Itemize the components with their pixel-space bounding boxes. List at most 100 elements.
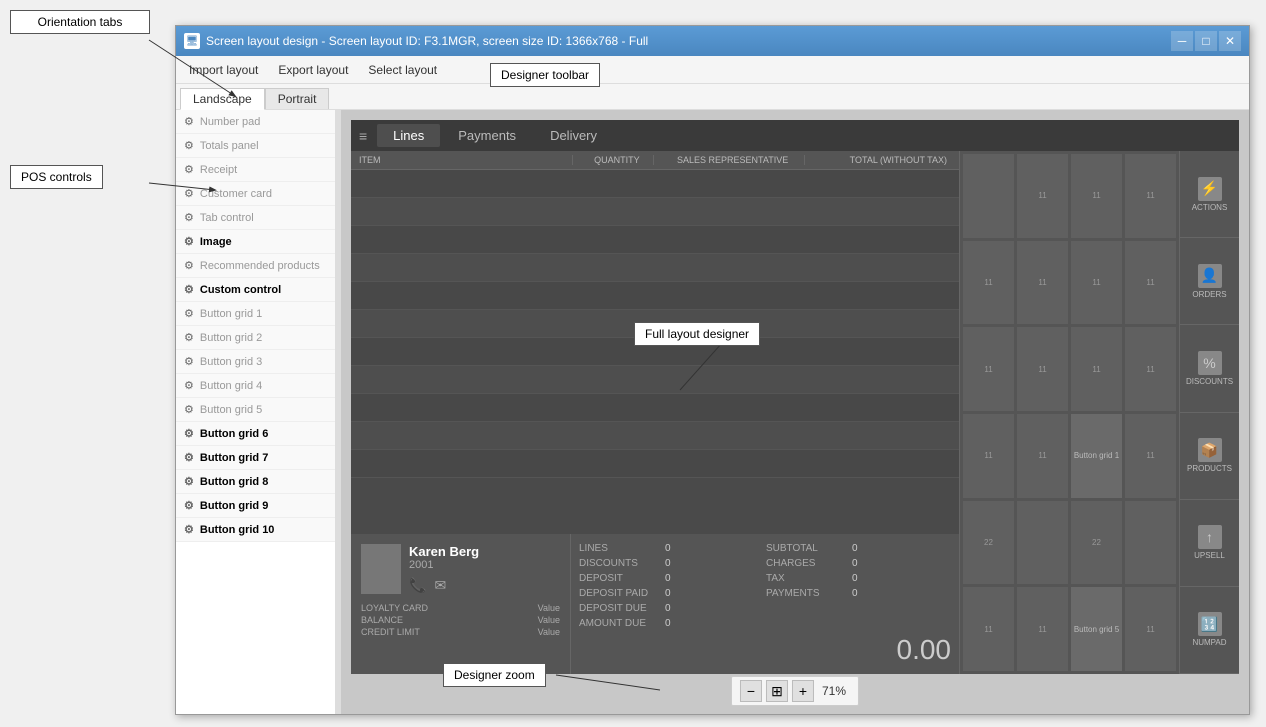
table-row (351, 282, 959, 310)
list-item[interactable]: ⚙ Button grid 3 (176, 350, 335, 374)
numpad-button[interactable]: 🔢 NUMPAD (1180, 587, 1239, 674)
actions-label: ACTIONS (1192, 203, 1228, 212)
upsell-icon: ↑ (1198, 525, 1222, 549)
list-item[interactable]: ⚙ Button grid 6 (176, 422, 335, 446)
list-item[interactable]: ⚙ Button grid 9 (176, 494, 335, 518)
list-item[interactable]: ⚙ Button grid 4 (176, 374, 335, 398)
grid-cell: 11 (1124, 413, 1177, 499)
full-layout-designer-annotation: Full layout designer (634, 322, 760, 346)
grid-cell: 11 (1124, 153, 1177, 239)
designer-zoom-annotation: Designer zoom (443, 663, 546, 687)
lines-area: ITEM QUANTITY SALES REPRESENTATIVE TOTAL… (351, 151, 959, 674)
window-icon: 🖥 (184, 33, 200, 49)
designer-area: ≡ Lines Payments Delivery ITEM QUANTITY (341, 110, 1249, 714)
close-button[interactable]: ✕ (1219, 31, 1241, 51)
gear-icon: ⚙ (184, 331, 194, 344)
list-item[interactable]: ⚙ Button grid 8 (176, 470, 335, 494)
gear-icon: ⚙ (184, 523, 194, 536)
portrait-tab[interactable]: Portrait (265, 88, 330, 109)
lines-tab[interactable]: Lines (377, 124, 440, 147)
table-row (351, 394, 959, 422)
list-item[interactable]: ⚙ Customer card (176, 182, 335, 206)
layout-preview: ≡ Lines Payments Delivery ITEM QUANTITY (351, 120, 1239, 674)
qty-header: QUANTITY (572, 155, 652, 165)
zoom-bar: − ⊞ + 71% (731, 676, 859, 706)
actions-button[interactable]: ⚡ ACTIONS (1180, 151, 1239, 238)
list-item[interactable]: ⚙ Totals panel (176, 134, 335, 158)
grid-cell: 11 (962, 240, 1015, 326)
customer-fields: LOYALTY CARDValue BALANCEValue CREDIT LI… (361, 602, 560, 638)
gear-icon: ⚙ (184, 283, 194, 296)
delivery-tab[interactable]: Delivery (534, 124, 613, 147)
grid-cell: 11 (962, 586, 1015, 672)
minimize-button[interactable]: ─ (1171, 31, 1193, 51)
landscape-tab[interactable]: Landscape (180, 88, 265, 110)
left-panel-wrapper: ⚙ Number pad ⚙ Totals panel ⚙ Receipt ⚙ … (176, 110, 341, 714)
grid-cell: 11 (1070, 240, 1123, 326)
maximize-button[interactable]: □ (1195, 31, 1217, 51)
total-header: TOTAL (WITHOUT TAX) (804, 155, 951, 165)
table-row (351, 198, 959, 226)
gear-icon: ⚙ (184, 235, 194, 248)
list-item[interactable]: ⚙ Receipt (176, 158, 335, 182)
import-layout-menu[interactable]: Import layout (180, 58, 267, 82)
list-item[interactable]: ⚙ Recommended products (176, 254, 335, 278)
email-icon: ✉ (434, 577, 446, 594)
table-row (351, 170, 959, 198)
grid-cell: 11 (1016, 153, 1069, 239)
products-button[interactable]: 📦 PRODUCTS (1180, 413, 1239, 500)
discounts-button[interactable]: % DISCOUNTS (1180, 325, 1239, 412)
grid-cell: 22 (1070, 500, 1123, 586)
left-panel: ⚙ Number pad ⚙ Totals panel ⚙ Receipt ⚙ … (176, 110, 336, 542)
select-layout-menu[interactable]: Select layout (359, 58, 446, 82)
customer-name: Karen Berg (409, 544, 479, 559)
list-item[interactable]: ⚙ Custom control (176, 278, 335, 302)
orders-button[interactable]: 👤 ORDERS (1180, 238, 1239, 325)
customer-avatar (361, 544, 401, 594)
window-title: Screen layout design - Screen layout ID:… (206, 34, 648, 48)
gear-icon: ⚙ (184, 187, 194, 200)
main-window: 🖥 Screen layout design - Screen layout I… (175, 25, 1250, 715)
list-item[interactable]: ⚙ Image (176, 230, 335, 254)
grid-cell: 11 (1124, 326, 1177, 412)
upsell-button[interactable]: ↑ UPSELL (1180, 500, 1239, 587)
list-item[interactable]: ⚙ Button grid 10 (176, 518, 335, 542)
total-amount: 0.00 (579, 634, 951, 666)
orientation-tabs: Landscape Portrait (176, 84, 1249, 110)
rep-header: SALES REPRESENTATIVE (653, 155, 804, 165)
list-item[interactable]: ⚙ Button grid 1 (176, 302, 335, 326)
actions-icon: ⚡ (1198, 177, 1222, 201)
zoom-fit-button[interactable]: ⊞ (766, 680, 788, 702)
grid-cell: 22 (962, 500, 1015, 586)
discounts-label: DISCOUNTS (1186, 377, 1233, 386)
customer-id: 2001 (409, 559, 479, 571)
table-row (351, 450, 959, 478)
numpad-label: NUMPAD (1192, 638, 1226, 647)
orientation-tabs-annotation: Orientation tabs (10, 10, 150, 34)
list-item[interactable]: ⚙ Number pad (176, 110, 335, 134)
export-layout-menu[interactable]: Export layout (269, 58, 357, 82)
products-icon: 📦 (1198, 438, 1222, 462)
payments-tab[interactable]: Payments (442, 124, 532, 147)
pos-controls-annotation: POS controls (10, 165, 103, 189)
grid-cell: 11 (1124, 240, 1177, 326)
gear-icon: ⚙ (184, 115, 194, 128)
zoom-level: 71% (818, 684, 850, 698)
grid-cell (962, 153, 1015, 239)
grid-cell: 11 (1016, 413, 1069, 499)
list-item[interactable]: ⚙ Tab control (176, 206, 335, 230)
list-item[interactable]: ⚙ Button grid 2 (176, 326, 335, 350)
list-item[interactable]: ⚙ Button grid 7 (176, 446, 335, 470)
gear-icon: ⚙ (184, 163, 194, 176)
designer-toolbar-annotation: Designer toolbar (490, 63, 600, 87)
gear-icon: ⚙ (184, 259, 194, 272)
gear-icon: ⚙ (184, 475, 194, 488)
table-rows (351, 170, 959, 534)
zoom-decrease-button[interactable]: − (740, 680, 762, 702)
list-item[interactable]: ⚙ Button grid 5 (176, 398, 335, 422)
products-label: PRODUCTS (1187, 464, 1232, 473)
numpad-icon: 🔢 (1198, 612, 1222, 636)
gear-icon: ⚙ (184, 139, 194, 152)
zoom-increase-button[interactable]: + (792, 680, 814, 702)
totals-panel: LINES0 SUBTOTAL0 DISCOUNTS0 CHARGES0 (571, 534, 959, 674)
